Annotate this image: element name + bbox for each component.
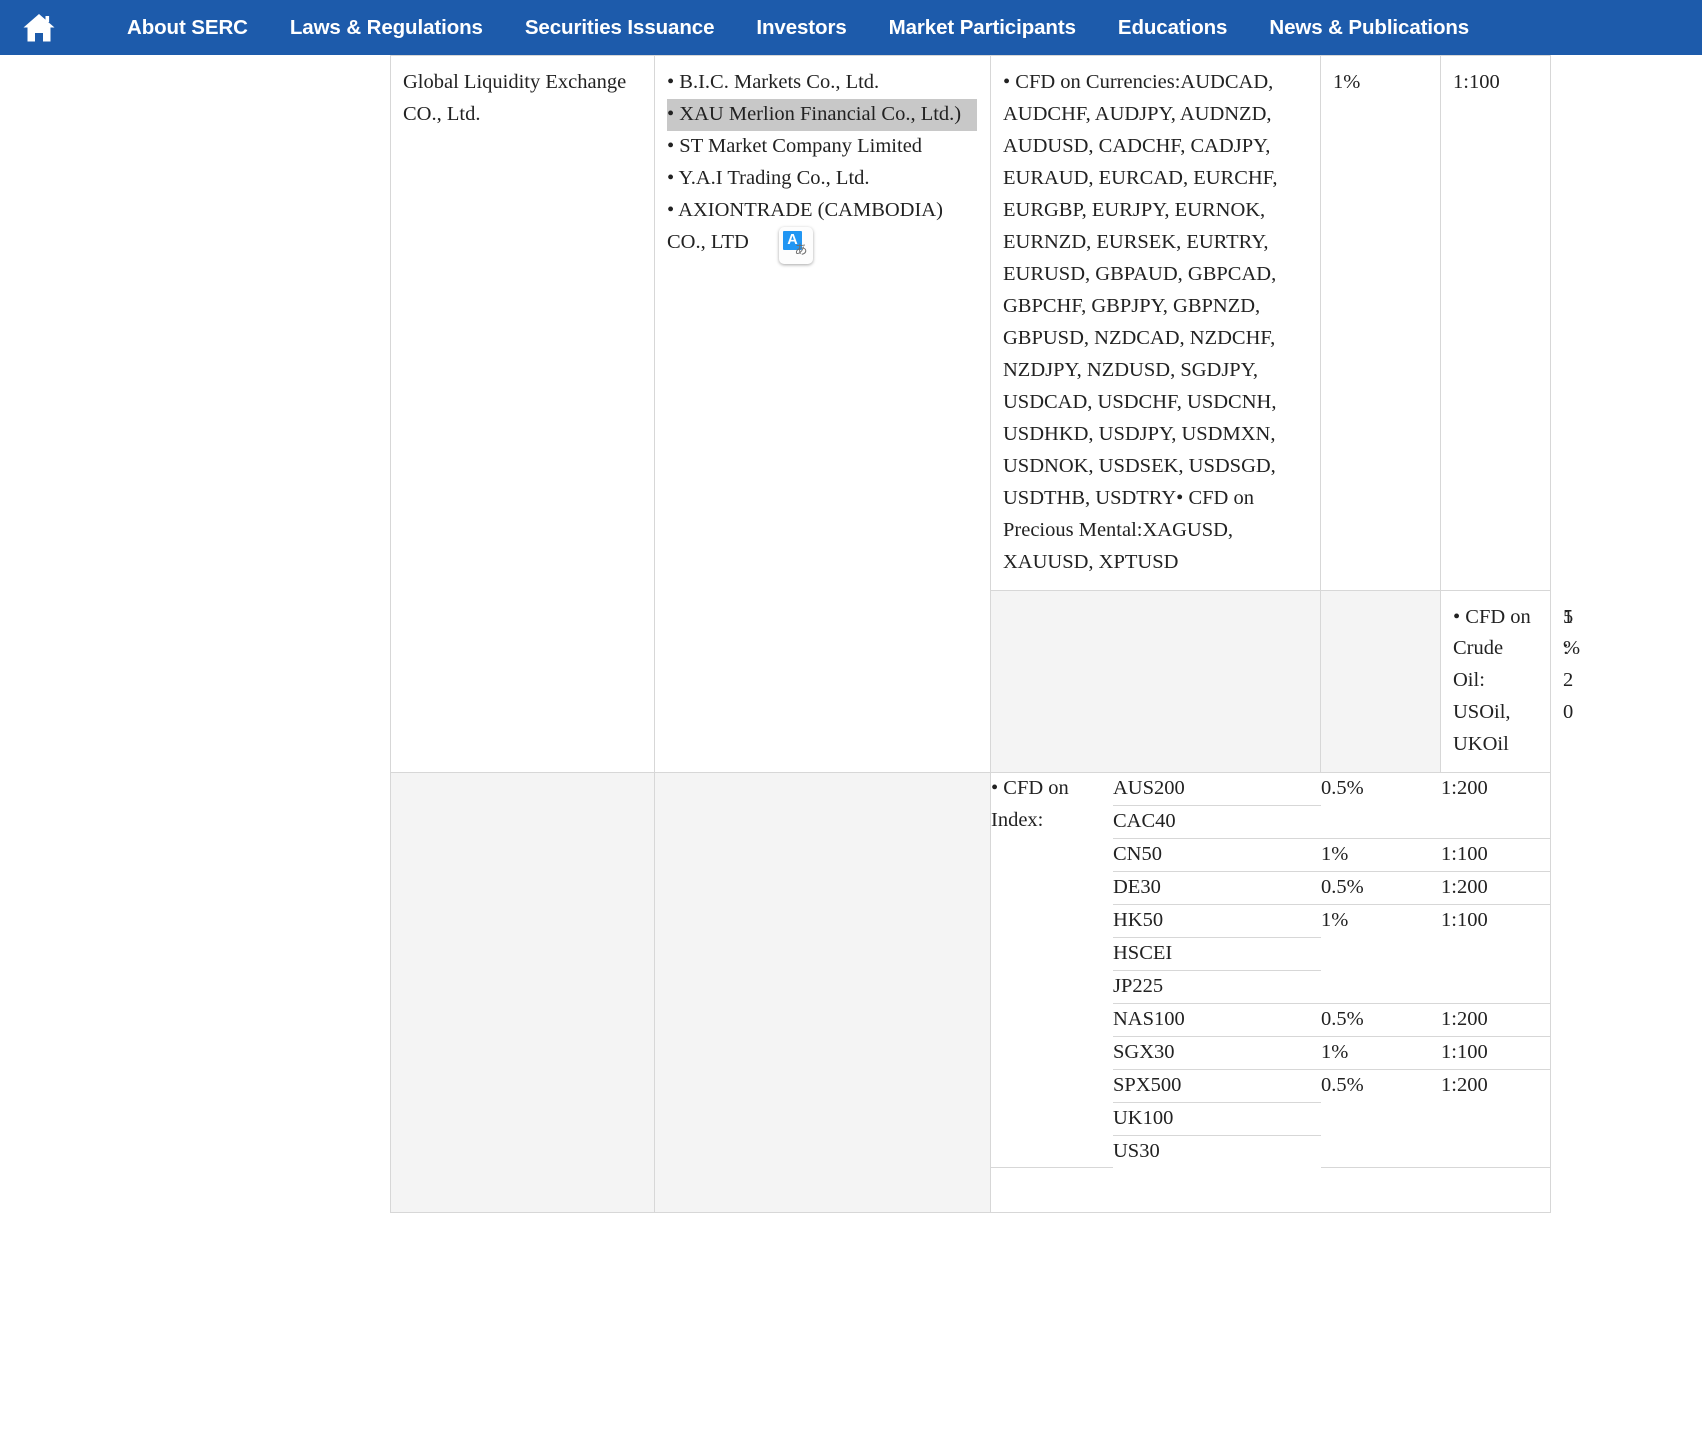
cell-company-name-empty <box>390 772 655 1214</box>
company-name-text: Global Liquidity Exchange CO., Ltd. <box>403 71 627 125</box>
index-leverage: 1:100 <box>1441 1036 1551 1071</box>
index-margin: 0.5% <box>1321 1003 1441 1038</box>
cell-products-crude-oil: • CFD on Crude Oil: USOil, UKOil <box>1440 589 1551 774</box>
index-name: US30 <box>1113 1140 1160 1162</box>
main-navigation-bar: About SERC Laws & Regulations Securities… <box>0 0 1702 55</box>
nav-item-market-participants[interactable]: Market Participants <box>868 0 1097 55</box>
cell-subsidiary-list-empty <box>1320 589 1441 774</box>
home-icon[interactable] <box>18 7 60 49</box>
products-currencies-text: • CFD on Currencies:AUDCAD, AUDCHF, AUDJ… <box>1003 71 1278 573</box>
index-margin: 1% <box>1321 1036 1441 1071</box>
cell-products-currencies: • CFD on Currencies:AUDCAD, AUDCHF, AUDJ… <box>990 55 1321 591</box>
index-name: HK50 <box>1113 904 1321 939</box>
subsidiary-item: • Y.A.I Trading Co., Ltd. <box>667 166 870 189</box>
table-row: • CFD on Index: AUS200 0.5% 1:200 CAC40 … <box>390 772 1551 1214</box>
index-margin: 0.5% <box>1321 773 1441 840</box>
cell-margin: 1% <box>1320 55 1441 591</box>
index-margin: 0.5% <box>1321 871 1441 906</box>
index-name: NAS100 <box>1113 1003 1321 1038</box>
index-section-label: • CFD on Index: <box>991 773 1113 1169</box>
products-crude-oil-text: • CFD on Crude Oil: USOil, UKOil <box>1453 605 1531 756</box>
index-leverage: 1:200 <box>1441 773 1551 840</box>
index-name: CAC40 <box>1113 805 1321 840</box>
ime-indicator[interactable]: A あ <box>779 227 813 264</box>
cell-index-block: • CFD on Index: AUS200 0.5% 1:200 CAC40 … <box>990 772 1551 1214</box>
page-content: Global Liquidity Exchange CO., Ltd. • B.… <box>0 54 1702 1450</box>
licensed-entities-table-wrapper: Global Liquidity Exchange CO., Ltd. • B.… <box>390 54 1580 1214</box>
index-leverage: 1:100 <box>1441 838 1551 873</box>
cell-company-name-empty <box>990 589 1321 774</box>
index-leverage: 1:200 <box>1441 871 1551 906</box>
subsidiary-item: • B.I.C. Markets Co., Ltd. <box>667 71 880 93</box>
index-name: SPX500 <box>1113 1069 1321 1104</box>
cell-leverage: 1:100 <box>1440 55 1551 591</box>
index-name: DE30 <box>1113 871 1321 906</box>
nav-item-laws-regulations[interactable]: Laws & Regulations <box>269 0 504 55</box>
nav-item-news-publications[interactable]: News & Publications <box>1248 0 1490 55</box>
index-margin: 0.5% <box>1321 1069 1441 1169</box>
nav-item-about-serc[interactable]: About SERC <box>106 0 269 55</box>
index-products-table: • CFD on Index: AUS200 0.5% 1:200 CAC40 … <box>991 773 1551 1169</box>
leverage-value: 1:20 <box>1563 605 1574 724</box>
index-leverage: 1:200 <box>1441 1003 1551 1038</box>
table-row: Global Liquidity Exchange CO., Ltd. • B.… <box>390 54 1551 774</box>
ime-kana-icon: あ <box>794 243 808 258</box>
nav-item-securities-issuance[interactable]: Securities Issuance <box>504 0 736 55</box>
cell-company-name: Global Liquidity Exchange CO., Ltd. <box>390 54 655 774</box>
index-name: HSCEI <box>1113 937 1321 972</box>
index-name: UK100 <box>1113 1102 1321 1136</box>
index-margin: 1% <box>1321 838 1441 873</box>
licensed-entities-table: Global Liquidity Exchange CO., Ltd. • B.… <box>390 54 1580 1214</box>
nav-item-educations[interactable]: Educations <box>1097 0 1249 55</box>
leverage-value: 1:100 <box>1453 71 1500 93</box>
subsidiary-item-highlighted: • XAU Merlion Financial Co., Ltd.) <box>667 98 977 131</box>
index-name: AUS200 <box>1113 773 1321 807</box>
cell-subsidiary-list-empty <box>654 772 991 1214</box>
nav-item-investors[interactable]: Investors <box>735 0 867 55</box>
cell-subsidiary-list: • B.I.C. Markets Co., Ltd. • XAU Merlion… <box>654 54 991 774</box>
index-leverage: 1:100 <box>1441 904 1551 1005</box>
subsidiary-item: • AXIONTRADE (CAMBODIA) CO., LTD <box>667 198 943 253</box>
index-row: • CFD on Index: AUS200 0.5% 1:200 <box>991 773 1551 1169</box>
index-name: JP225 <box>1113 970 1321 1005</box>
subsidiary-item: • ST Market Company Limited <box>667 134 923 157</box>
index-leverage: 1:200 <box>1441 1069 1551 1169</box>
index-name: SGX30 <box>1113 1036 1321 1071</box>
index-name: CN50 <box>1113 838 1321 873</box>
index-margin: 1% <box>1321 904 1441 1005</box>
margin-value: 1% <box>1333 71 1361 93</box>
